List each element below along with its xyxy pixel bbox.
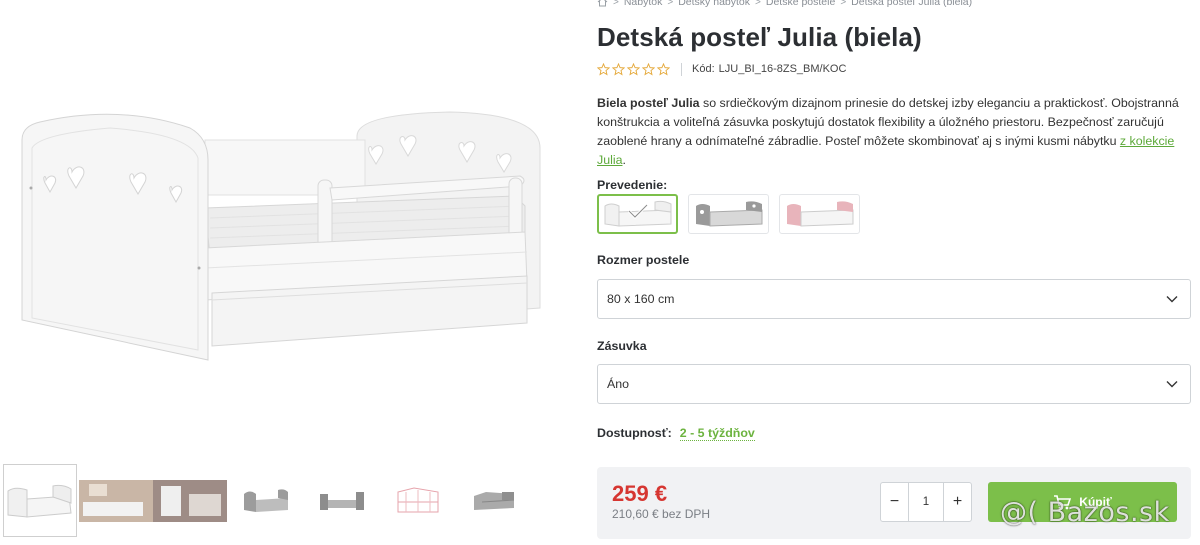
product-code-label: Kód: (692, 63, 715, 75)
size-select[interactable]: 80 x 160 cm (597, 279, 1191, 319)
bed-thumbnail-icon (474, 491, 515, 510)
thumbnail-room-photo[interactable] (79, 464, 227, 537)
thumbnail-bed-pink[interactable] (381, 464, 455, 537)
bed-thumbnail-icon (320, 491, 364, 510)
check-icon (627, 203, 649, 219)
bed-thumbnail-icon (397, 486, 439, 512)
star-outline-icon (657, 62, 670, 75)
gallery-thumbnails (3, 464, 531, 539)
room-photo-icon (79, 479, 227, 522)
chevron-down-icon (1166, 296, 1178, 303)
bed-thumbnail-icon (7, 484, 72, 518)
availability: Dostupnosť: 2 - 5 týždňov (597, 426, 755, 441)
star-outline-icon (597, 62, 610, 75)
divider (681, 62, 682, 76)
drawer-select[interactable]: Áno (597, 364, 1191, 404)
variant-white[interactable] (597, 194, 678, 234)
quantity-increase-button[interactable]: + (944, 483, 971, 521)
thumbnail-bed-gray[interactable] (229, 464, 303, 537)
bed-illustration (0, 88, 567, 386)
thumbnail-bed-gray-side[interactable] (305, 464, 379, 537)
breadcrumb-item[interactable]: Detský nábytok (678, 0, 750, 8)
product-title: Detská posteľ Julia (biela) (597, 22, 922, 52)
availability-value[interactable]: 2 - 5 týždňov (679, 426, 755, 441)
breadcrumb-item[interactable]: Detské postele (766, 0, 835, 8)
breadcrumb-separator: > (667, 0, 674, 8)
product-description: Biela posteľ Julia so srdiečkovým dizajn… (597, 94, 1187, 170)
thumbnail-bed-white[interactable] (3, 464, 77, 537)
breadcrumb-separator: > (755, 0, 761, 8)
rating-row: Kód: LJU_BI_16-8ZS_BM/KOC (597, 61, 846, 77)
star-outline-icon (627, 62, 640, 75)
description-end: . (622, 153, 626, 167)
bed-pink-swatch (786, 201, 853, 227)
breadcrumb-separator: > (613, 0, 619, 8)
variant-pink[interactable] (779, 194, 860, 234)
breadcrumb-current: Detská posteľ Julia (biela) (851, 0, 973, 8)
price-without-vat: 210,60 € bez DPH (612, 507, 711, 521)
product-main-image[interactable] (0, 88, 567, 386)
quantity-stepper: − 1 + (880, 482, 972, 522)
drawer-label: Zásuvka (597, 339, 647, 353)
price: 259 € (612, 481, 668, 506)
quantity-input[interactable]: 1 (908, 483, 944, 521)
size-label: Rozmer postele (597, 253, 690, 267)
breadcrumb: > Nábytok > Detský nábytok > Detské post… (597, 0, 972, 8)
home-icon[interactable] (597, 0, 608, 7)
quantity-decrease-button[interactable]: − (881, 483, 908, 521)
variant-gray[interactable] (688, 194, 769, 234)
breadcrumb-separator: > (840, 0, 847, 8)
description-bold: Biela posteľ Julia (597, 96, 700, 110)
breadcrumb-item[interactable]: Nábytok (624, 0, 663, 8)
availability-label: Dostupnosť: (597, 426, 672, 440)
thumbnail-bed-gray-drawer[interactable] (457, 464, 531, 537)
size-select-value: 80 x 160 cm (607, 292, 675, 306)
variant-picker (597, 194, 860, 234)
watermark: @( Bazos.sk (1000, 497, 1170, 528)
bed-thumbnail-icon (244, 488, 288, 512)
variant-label: Prevedenie: (597, 178, 668, 192)
bed-gray-swatch (695, 201, 762, 227)
star-outline-icon (642, 62, 655, 75)
rating-stars[interactable] (597, 62, 670, 76)
star-outline-icon (612, 62, 625, 75)
chevron-down-icon (1166, 381, 1178, 388)
drawer-select-value: Áno (607, 377, 630, 391)
product-code-value: LJU_BI_16-8ZS_BM/KOC (718, 63, 847, 75)
